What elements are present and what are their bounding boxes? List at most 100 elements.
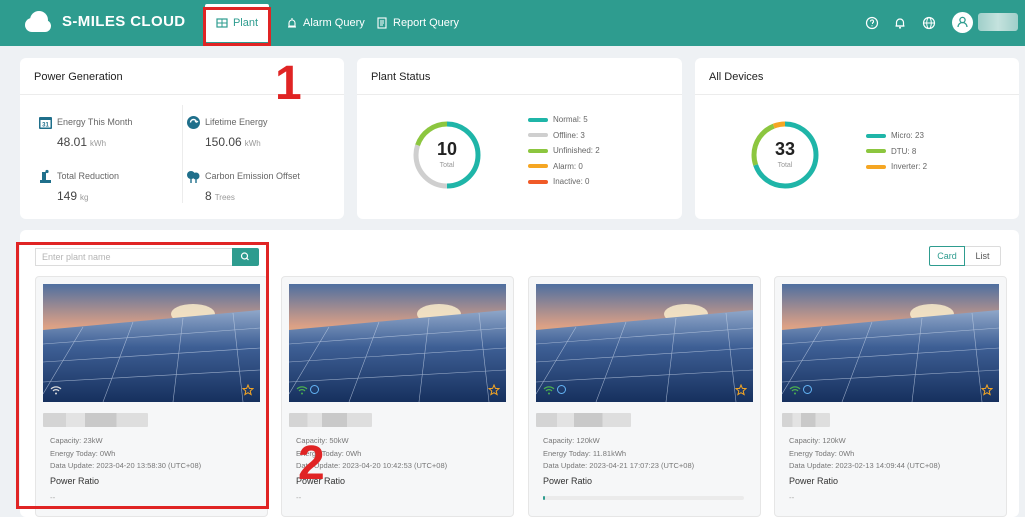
avatar[interactable] [952,12,973,33]
list-view-toggle[interactable]: List [965,246,1001,266]
plant-data-update: Data Update: 2023-04-21 17:07:23 (UTC+08… [543,461,695,470]
calendar-icon: 31 [39,117,52,129]
all-devices-total: 33 [774,139,796,159]
factory-icon [40,169,51,183]
nav-alarm-label: Alarm Query [303,17,365,29]
nav-report-query[interactable]: Report Query [376,0,459,46]
signal-icon [543,386,555,395]
lifetime-energy-label: Lifetime Energy [205,117,268,127]
solar-panel-photo [536,284,753,402]
annotation-box-plant-card [16,242,269,509]
favorite-star-icon[interactable] [735,384,747,396]
legend-swatch [866,133,886,138]
total-reduction-value: 149 kg [57,189,89,203]
legend-swatch [528,148,548,153]
legend-label: Normal: 5 [553,115,588,124]
power-ratio-progress [543,496,744,500]
carbon-offset-label: Carbon Emission Offset [205,171,300,181]
user-icon [957,16,968,28]
username-redacted[interactable] [978,13,1018,31]
energy-cycle-icon [187,116,200,129]
signal-icon [789,386,801,395]
legend-label: Alarm: 0 [553,161,583,171]
plant-name-redacted [782,413,830,427]
favorite-star-icon[interactable] [488,384,500,396]
divider [695,94,1019,95]
legend-item: DTU: 8 [866,147,916,156]
legend-swatch [528,117,548,122]
top-navigation-bar: S-MILES CLOUD Plant Alarm Query Report Q… [0,0,1025,46]
alarm-icon [288,18,296,28]
power-generation-title: Power Generation [34,71,123,83]
power-ratio-progress-fill [543,496,545,500]
plant-card[interactable]: Capacity: 120kW Energy Today: 11.81kWh D… [528,276,761,517]
help-icon[interactable] [864,15,880,31]
plant-energy-today: Energy Today: 0Wh [789,449,855,458]
legend-swatch [528,164,548,168]
globe-icon[interactable] [921,15,937,31]
nav-alarm-query[interactable]: Alarm Query [286,0,365,46]
legend-label: Offline: 3 [553,130,585,140]
report-icon [377,17,387,29]
legend-swatch [866,149,886,153]
status-ring-icon [310,385,319,394]
legend-item: Alarm: 0 [528,162,583,171]
card-view-toggle[interactable]: Card [929,246,965,266]
status-ring-icon [557,385,566,394]
plant-energy-today: Energy Today: 11.81kWh [543,449,627,458]
plant-capacity: Capacity: 120kW [543,436,600,445]
plant-capacity: Capacity: 120kW [789,436,846,445]
all-devices-donut: 33 Total [749,119,821,191]
brand-name: S-MILES CLOUD [62,13,186,30]
energy-this-month-value: 48.01 kWh [57,135,107,149]
brand-logo[interactable]: S-MILES CLOUD [22,9,186,35]
energy-this-month-label: Energy This Month [57,117,133,127]
lifetime-energy-value: 150.06 kWh [205,135,261,149]
power-ratio-label: Power Ratio [543,476,593,486]
legend-item: Unfinished: 2 [528,146,600,155]
power-ratio-value: -- [296,493,302,502]
plant-status-legend: Normal: 5 Offline: 3 Unfinished: 2 Alarm: 0… [528,115,648,195]
solar-panel-photo [782,284,999,402]
legend-item: Micro: 23 [866,131,924,140]
legend-label: Inactive: 0 [553,177,590,186]
annotation-number-2: 2 [298,437,325,490]
legend-label: Inverter: 2 [891,162,928,171]
power-ratio-value: -- [789,493,795,502]
legend-swatch [528,179,548,184]
legend-item: Inactive: 0 [528,177,589,186]
plant-status-total: 10 [436,139,458,159]
legend-label: Unfinished: 2 [553,146,600,155]
legend-item: Inverter: 2 [866,162,927,171]
status-ring-icon [803,385,812,394]
plant-photo[interactable] [782,284,999,402]
tree-icon [187,171,200,183]
carbon-offset-value: 8 Trees [205,189,235,203]
all-devices-total-label: Total [777,162,793,169]
favorite-star-icon[interactable] [981,384,993,396]
bell-icon[interactable] [892,15,908,31]
plant-photo[interactable] [289,284,506,402]
legend-swatch [528,133,548,137]
legend-item: Normal: 5 [528,115,588,124]
legend-swatch [866,164,886,169]
plant-status-title: Plant Status [371,71,431,83]
plant-name-redacted [536,413,631,427]
svg-text:31: 31 [42,123,49,129]
plant-data-update: Data Update: 2023-02-13 14:09:44 (UTC+08… [789,461,941,470]
plant-name-redacted [289,413,372,427]
plant-card[interactable]: Capacity: 120kW Energy Today: 0Wh Data U… [774,276,1007,517]
plant-photo[interactable] [536,284,753,402]
power-ratio-label: Power Ratio [789,476,839,486]
stat-divider [182,105,183,203]
annotation-box-plant-tab [203,7,271,46]
legend-label: DTU: 8 [891,146,917,156]
divider [357,94,682,95]
total-reduction-label: Total Reduction [57,171,120,181]
nav-report-label: Report Query [393,17,460,29]
legend-item: Offline: 3 [528,131,585,140]
plant-status-total-label: Total [439,162,455,169]
plant-status-donut: 10 Total [411,119,483,191]
all-devices-legend: Micro: 23 DTU: 8 Inverter: 2 [866,131,986,191]
signal-icon [296,386,308,395]
